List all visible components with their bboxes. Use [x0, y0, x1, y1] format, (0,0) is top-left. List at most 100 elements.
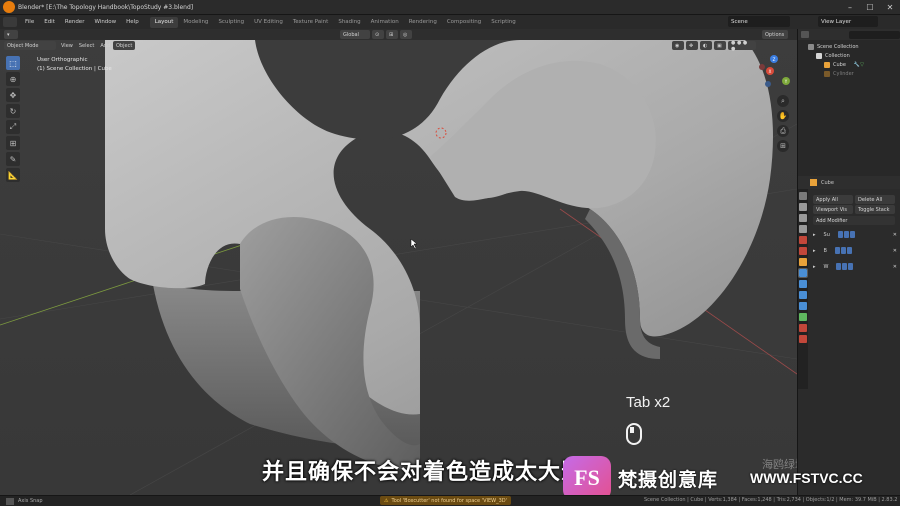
- zoom-icon[interactable]: ⌕: [777, 95, 789, 107]
- expand-arrow-icon[interactable]: ▸: [813, 248, 816, 254]
- object-tab-icon[interactable]: [799, 258, 807, 266]
- minimize-button[interactable]: –: [840, 0, 860, 15]
- snap-icon[interactable]: ⊞: [386, 30, 398, 39]
- menu-file[interactable]: File: [20, 19, 39, 25]
- menu-edit[interactable]: Edit: [39, 19, 60, 25]
- viewport-toggle[interactable]: [843, 231, 849, 238]
- viewport-vis-button[interactable]: Viewport Vis: [813, 205, 853, 214]
- tab-modeling[interactable]: Modeling: [178, 17, 213, 28]
- edit-mode-toggle[interactable]: [834, 247, 840, 254]
- modifier-row-bevel[interactable]: ▸ B ✕: [813, 245, 897, 256]
- render-toggle[interactable]: [849, 231, 855, 238]
- apply-all-button[interactable]: Apply All: [813, 195, 853, 204]
- physics-tab-icon[interactable]: [799, 291, 807, 299]
- cursor-icon[interactable]: ⊕: [6, 72, 20, 86]
- remove-modifier-icon[interactable]: ✕: [893, 264, 897, 270]
- outliner-row-collection[interactable]: Collection: [798, 51, 900, 60]
- transform-icon[interactable]: ⊞: [6, 136, 20, 150]
- outliner-item-label: Collection: [825, 52, 850, 59]
- viewport-toggle[interactable]: [842, 263, 848, 270]
- outliner-type-icon[interactable]: [801, 31, 809, 38]
- menu-window[interactable]: Window: [89, 19, 121, 25]
- tab-shading[interactable]: Shading: [333, 17, 365, 28]
- menu-object[interactable]: Object: [113, 41, 136, 50]
- expand-arrow-icon[interactable]: ▸: [813, 232, 816, 238]
- mode-dropdown[interactable]: Object Mode: [4, 41, 56, 50]
- options-dropdown[interactable]: Options: [762, 30, 788, 39]
- material-tab-icon[interactable]: [799, 324, 807, 332]
- tab-layout[interactable]: Layout: [149, 16, 179, 28]
- remove-modifier-icon[interactable]: ✕: [893, 232, 897, 238]
- menu-view[interactable]: View: [58, 41, 76, 50]
- rotate-icon[interactable]: ↻: [6, 104, 20, 118]
- tab-compositing[interactable]: Compositing: [442, 17, 486, 28]
- world-tab-icon[interactable]: [799, 247, 807, 255]
- tab-scripting[interactable]: Scripting: [486, 17, 520, 28]
- data-tab-icon[interactable]: [799, 313, 807, 321]
- particles-tab-icon[interactable]: [799, 280, 807, 288]
- measure-icon[interactable]: 📐: [6, 168, 20, 182]
- tool-tab-icon[interactable]: [799, 192, 807, 200]
- maximize-button[interactable]: ☐: [860, 0, 880, 15]
- view-layer-tab-icon[interactable]: [799, 225, 807, 233]
- outliner-header: [798, 29, 900, 40]
- scene-tab-icon[interactable]: [799, 236, 807, 244]
- edit-mode-toggle[interactable]: [836, 263, 842, 270]
- modifier-name: B: [823, 247, 827, 254]
- editor-type-icon[interactable]: [3, 17, 17, 27]
- menu-render[interactable]: Render: [60, 19, 90, 25]
- visibility-icon[interactable]: ◉: [672, 41, 684, 50]
- view-name: User Orthographic: [37, 57, 88, 63]
- status-warning: ⚠ Tool 'Boxcutter' not found for space '…: [380, 496, 511, 505]
- close-button[interactable]: ✕: [880, 0, 900, 15]
- edit-mode-toggle[interactable]: [837, 231, 843, 238]
- checkbox-icon[interactable]: [816, 52, 822, 59]
- annotate-icon[interactable]: ✎: [6, 152, 20, 166]
- render-toggle[interactable]: [848, 263, 854, 270]
- xray-toggle-icon[interactable]: ▣: [714, 41, 726, 50]
- tab-sculpting[interactable]: Sculpting: [213, 17, 249, 28]
- constraints-tab-icon[interactable]: [799, 302, 807, 310]
- remove-modifier-icon[interactable]: ✕: [893, 248, 897, 254]
- shading-modes[interactable]: ● ● ● ●: [728, 40, 756, 52]
- camera-icon[interactable]: ⎙: [777, 125, 789, 137]
- modifier-tab-icon[interactable]: [798, 268, 808, 278]
- gizmo-toggle-icon[interactable]: ✥: [686, 41, 698, 50]
- tab-animation[interactable]: Animation: [366, 17, 404, 28]
- grid-perspective-icon[interactable]: ⊞: [777, 140, 789, 152]
- mouse-icon: [626, 423, 642, 445]
- view-layer-selector[interactable]: View Layer: [818, 16, 878, 27]
- add-modifier-dropdown[interactable]: Add Modifier: [813, 216, 895, 225]
- outliner-row-cylinder[interactable]: Cylinder: [798, 69, 900, 78]
- select-box-icon[interactable]: ⬚: [6, 56, 20, 70]
- render-tab-icon[interactable]: [799, 203, 807, 211]
- outliner-row-cube[interactable]: Cube 🔧 ▽: [798, 60, 900, 69]
- proportional-edit-icon[interactable]: ◎: [400, 30, 412, 39]
- menu-select[interactable]: Select: [76, 41, 97, 50]
- scale-icon[interactable]: ⤢: [6, 120, 20, 134]
- tab-texture-paint[interactable]: Texture Paint: [288, 17, 334, 28]
- outliner-search-input[interactable]: [848, 30, 900, 39]
- modifier-row-weighted[interactable]: ▸ W ✕: [813, 261, 897, 272]
- render-toggle[interactable]: [846, 247, 852, 254]
- tab-uv-editing[interactable]: UV Editing: [249, 17, 288, 28]
- menu-add[interactable]: Add: [97, 41, 113, 50]
- texture-tab-icon[interactable]: [799, 335, 807, 343]
- editor-type-button[interactable]: ▾: [4, 30, 18, 39]
- scene-selector[interactable]: Scene: [728, 16, 790, 27]
- transform-orientation-dropdown[interactable]: Global: [340, 30, 370, 39]
- toggle-stack-button[interactable]: Toggle Stack: [855, 205, 895, 214]
- expand-arrow-icon[interactable]: ▸: [813, 264, 816, 270]
- pan-hand-icon[interactable]: ✋: [777, 110, 789, 122]
- delete-all-button[interactable]: Delete All: [855, 195, 895, 204]
- modifier-row-subsurf[interactable]: ▸ Su ✕: [813, 229, 897, 240]
- viewport-toggle[interactable]: [840, 247, 846, 254]
- menu-help[interactable]: Help: [121, 19, 144, 25]
- pivot-icon[interactable]: ⊙: [372, 30, 384, 39]
- tab-rendering[interactable]: Rendering: [404, 17, 442, 28]
- move-icon[interactable]: ✥: [6, 88, 20, 102]
- outliner-row-scene-collection[interactable]: Scene Collection: [798, 42, 900, 51]
- output-tab-icon[interactable]: [799, 214, 807, 222]
- overlay-toggle-icon[interactable]: ◐: [700, 41, 712, 50]
- 3d-viewport[interactable]: X Y Z: [0, 29, 797, 495]
